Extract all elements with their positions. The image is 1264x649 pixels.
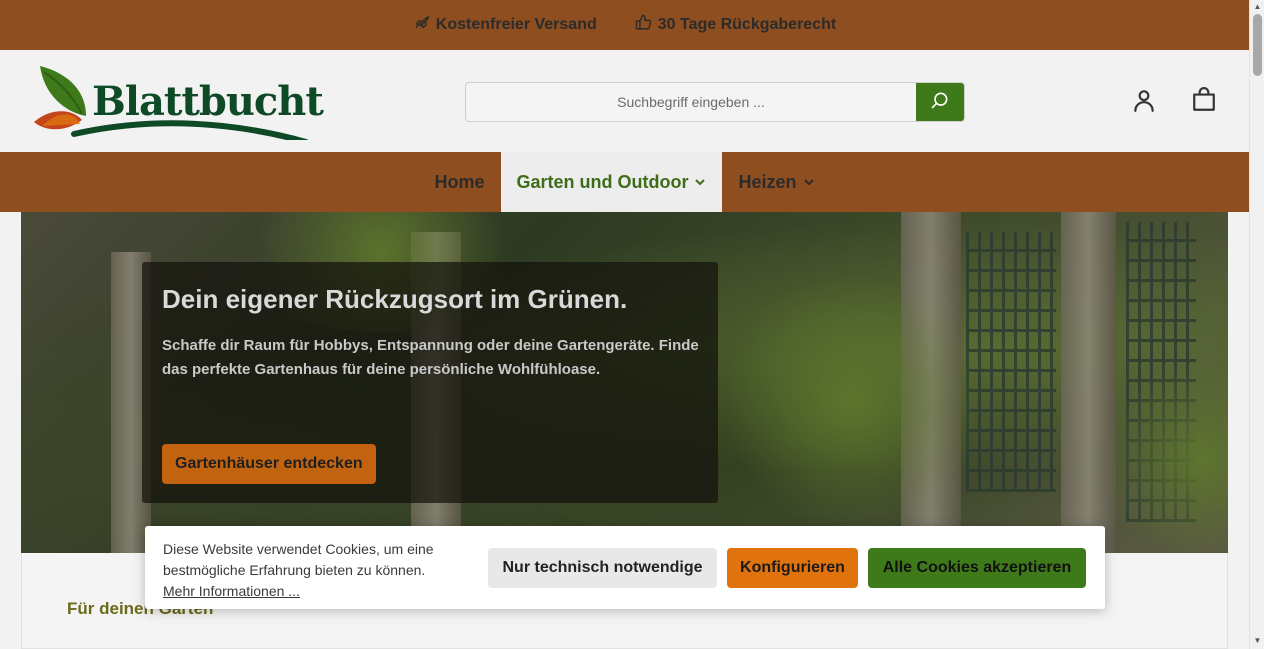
site-header: Blattbucht [0, 50, 1249, 152]
search-bar [465, 82, 965, 122]
nav-item-garten-und-outdoor[interactable]: Garten und Outdoor [500, 152, 723, 212]
cookie-more-info-link[interactable]: Mehr Informationen ... [163, 583, 300, 599]
hero-title: Dein eigener Rückzugsort im Grünen. [162, 284, 628, 314]
usp-shipping-label: Kostenfreier Versand [435, 16, 597, 33]
usp-returns-label: 30 Tage Rückgaberecht [657, 16, 837, 33]
cookie-message: Diese Website verwendet Cookies, um eine… [163, 539, 463, 602]
cookie-text: Diese Website verwendet Cookies, um eine… [163, 541, 434, 578]
logo-wordmark: Blattbucht [92, 78, 324, 125]
usp-shipping: Kostenfreier Versand [413, 14, 597, 36]
hero-text-box: Dein eigener Rückzugsort im Grünen. Scha… [142, 262, 718, 503]
cart-icon [1191, 86, 1217, 118]
cart-button[interactable] [1190, 86, 1218, 118]
scroll-down-icon[interactable]: ▼ [1253, 637, 1262, 645]
scrollbar-thumb[interactable] [1253, 14, 1262, 76]
chevron-down-icon [694, 172, 706, 193]
hero-subtitle: Schaffe dir Raum für Hobbys, Entspannung… [162, 337, 699, 378]
cookie-necessary-button[interactable]: Nur technisch notwendige [488, 548, 717, 588]
thumbs-up-icon [635, 14, 652, 36]
scroll-up-icon[interactable]: ▲ [1253, 3, 1262, 11]
hero-cta-button[interactable]: Gartenhäuser entdecken [162, 444, 376, 484]
cookie-banner: Diese Website verwendet Cookies, um eine… [145, 526, 1105, 609]
search-input[interactable] [466, 83, 916, 121]
cookie-accept-all-button[interactable]: Alle Cookies akzeptieren [868, 548, 1086, 588]
rocket-icon [413, 14, 430, 36]
account-button[interactable] [1130, 88, 1158, 116]
search-icon [930, 90, 950, 115]
nav-item-heizen[interactable]: Heizen [722, 152, 830, 212]
search-button[interactable] [916, 83, 964, 121]
hero-banner: Dein eigener Rückzugsort im Grünen. Scha… [21, 212, 1228, 553]
chevron-down-icon [803, 172, 815, 193]
page-scrollbar[interactable]: ▲ ▼ [1249, 0, 1264, 649]
usp-returns: 30 Tage Rückgaberecht [635, 14, 836, 36]
cookie-configure-button[interactable]: Konfigurieren [727, 548, 858, 588]
nav-item-label: Heizen [738, 171, 797, 192]
account-icon [1131, 87, 1157, 118]
blattbucht-logo[interactable]: Blattbucht [34, 64, 324, 140]
nav-item-label: Home [434, 171, 485, 192]
nav-item-home[interactable]: Home [418, 152, 500, 212]
usp-bar: Kostenfreier Versand 30 Tage Rückgaberec… [0, 0, 1249, 50]
main-navigation: Home Garten und Outdoor Heizen [0, 152, 1249, 212]
nav-item-label: Garten und Outdoor [516, 171, 689, 192]
